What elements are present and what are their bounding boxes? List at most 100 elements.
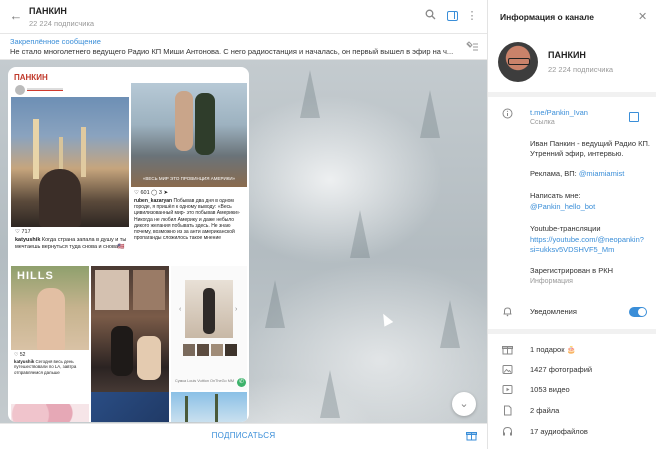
bell-icon — [502, 306, 513, 317]
rkn-label: Информация — [530, 278, 573, 285]
videos-row[interactable]: 1053 видео — [530, 385, 570, 394]
person-silhouette — [175, 91, 193, 151]
wallpaper-tree — [440, 300, 460, 348]
ads-handle-link[interactable]: @miamiamist — [579, 169, 625, 178]
photo-tile[interactable]: HILLS — [11, 266, 89, 350]
pinned-label: Закреплённое сообщение — [10, 37, 101, 46]
wallpaper-tree — [350, 210, 370, 258]
thumb — [183, 344, 195, 356]
photos-row[interactable]: 1427 фотографий — [530, 365, 592, 374]
channel-title[interactable]: ПАНКИН — [29, 6, 67, 16]
channel-link[interactable]: t.me/Pankin_Ivan — [530, 108, 588, 117]
ads-prefix: Реклама, ВП: — [530, 169, 579, 178]
gift-icon[interactable] — [466, 430, 478, 442]
insta-likes: ♡ 717 — [15, 229, 31, 235]
palms-photo[interactable] — [171, 392, 247, 422]
info-circle-icon — [502, 108, 513, 119]
photo-frame — [95, 270, 129, 310]
pin-list-icon[interactable] — [465, 41, 479, 55]
more-vertical-icon[interactable]: ⋮ — [465, 9, 479, 23]
info-channel-name: ПАНКИН — [548, 50, 586, 60]
insta-likes: ♡ 52 — [14, 352, 26, 358]
close-icon[interactable]: ✕ — [638, 10, 647, 23]
message-card[interactable]: ПАНКИН ♡ 717 katyushik Когда страна запа… — [8, 67, 249, 422]
insta-caption: katyushik Сегодня весь день путешествова… — [14, 359, 86, 375]
info-subscribers: 22 224 подписчика — [548, 65, 614, 74]
ads-line: Реклама, ВП: @miamiamist — [530, 169, 650, 179]
tower-shape — [33, 119, 39, 179]
person-silhouette — [39, 169, 81, 227]
thumb — [225, 344, 237, 356]
sidebar-toggle-icon[interactable] — [447, 11, 458, 21]
file-icon — [502, 405, 513, 416]
channel-avatar[interactable] — [498, 42, 538, 82]
channel-link-label: Ссылка — [530, 119, 555, 126]
photo-collage[interactable]: ♡ 717 katyushik Когда страна запала в ду… — [11, 83, 247, 422]
person-silhouette — [111, 326, 133, 376]
person-silhouette — [37, 288, 65, 350]
shop-photo — [185, 280, 233, 338]
qr-code-icon[interactable] — [629, 112, 639, 122]
notifications-toggle[interactable] — [629, 307, 647, 317]
gifts-row[interactable]: 1 подарок 🎂 — [530, 345, 576, 354]
rkn-status: Зарегистрирован в РКН — [530, 266, 614, 275]
info-title: Информация о канале — [500, 12, 594, 22]
palm-shape — [215, 394, 218, 422]
write-handle-link[interactable]: @Pankin_hello_bot — [530, 202, 595, 211]
chat-area: ← ПАНКИН 22 224 подписчика ⋮ Закреплённо… — [0, 0, 487, 449]
photo-overlay-text: «ВЕСЬ МИР ЭТО ПРОВИНЦИЯ АМЕРИКИ» — [142, 176, 236, 181]
pinned-message-bar[interactable]: Закреплённое сообщение Не стало многолет… — [0, 34, 487, 60]
photo-tile[interactable]: «ВЕСЬ МИР ЭТО ПРОВИНЦИЯ АМЕРИКИ» ♡ 601 ◯… — [131, 83, 247, 265]
chat-header: ← ПАНКИН 22 224 подписчика ⋮ — [0, 0, 487, 34]
video-icon — [502, 384, 513, 395]
audio-row[interactable]: 17 аудиофайлов — [530, 427, 588, 436]
scroll-down-button[interactable]: ⌄ — [452, 392, 476, 416]
pinned-text: Не стало многолетнего ведущего Радио КП … — [10, 47, 454, 56]
person-silhouette — [195, 93, 215, 155]
insta-user: ruben_kazaryan — [134, 198, 173, 204]
photo-tile[interactable] — [91, 266, 169, 411]
insta-user: katyushik — [14, 359, 35, 364]
whatsapp-icon: ✆ — [237, 378, 246, 387]
thumb-strip — [183, 344, 237, 356]
casino-photo[interactable] — [91, 392, 169, 422]
hills-sign-shape: HILLS — [17, 270, 54, 282]
person-silhouette — [203, 288, 215, 334]
thumb — [197, 344, 209, 356]
subscribe-button[interactable]: ПОДПИСАТЬСЯ — [0, 431, 487, 440]
chevron-left-icon: ‹ — [179, 306, 182, 313]
wallpaper-tree — [265, 280, 285, 328]
files-row[interactable]: 2 файла — [530, 406, 559, 415]
search-icon[interactable] — [423, 9, 437, 23]
insta-likes-count: ♡ 601 — [134, 190, 150, 196]
write-label: Написать мне: — [530, 191, 581, 200]
headphones-icon — [502, 426, 513, 437]
channel-description: Иван Панкин - ведущий Радио КП. Утренний… — [530, 139, 650, 158]
wallpaper-tree — [420, 90, 440, 138]
flowers-photo[interactable] — [11, 404, 89, 422]
photo-tile[interactable]: ♡ 52 katyushik Сегодня весь день путешес… — [11, 351, 89, 403]
youtube-link[interactable]: https://youtube.com/@neopankin?si=ukksv5… — [530, 235, 646, 255]
person-silhouette — [137, 336, 161, 380]
chevron-right-icon: › — [235, 306, 238, 313]
photo-tile[interactable]: ‹ › Сумка Louis Vuitton OnTheGo MM ✆ — [171, 266, 247, 390]
info-header: Информация о канале ✕ — [488, 0, 656, 34]
insta-caption: katyushik Когда страна запала в душу и т… — [15, 237, 127, 251]
subscribe-bar: ПОДПИСАТЬСЯ — [0, 423, 487, 449]
divider — [488, 92, 656, 97]
photo-tile[interactable]: ♡ 717 katyushik Когда страна запала в ду… — [11, 83, 129, 265]
palm-shape — [185, 396, 188, 422]
back-arrow-icon[interactable]: ← — [8, 8, 24, 24]
notifications-label: Уведомления — [530, 307, 577, 316]
insta-caption-text: Побывав два дня в одном городе, я пришёл… — [134, 198, 240, 242]
post-author: ПАНКИН — [14, 73, 48, 82]
bridge-photo: «ВЕСЬ МИР ЭТО ПРОВИНЦИЯ АМЕРИКИ» — [131, 83, 247, 187]
thumb — [211, 344, 223, 356]
shop-caption: Сумка Louis Vuitton OnTheGo MM — [175, 379, 235, 383]
insta-likes: ♡ 601 ◯ 3 ➤ — [134, 190, 169, 196]
insta-comments-count: 3 — [158, 190, 162, 196]
wallpaper-tree — [320, 370, 340, 418]
divider — [488, 329, 656, 334]
photo-frame — [133, 270, 165, 310]
city-photo — [11, 97, 129, 227]
